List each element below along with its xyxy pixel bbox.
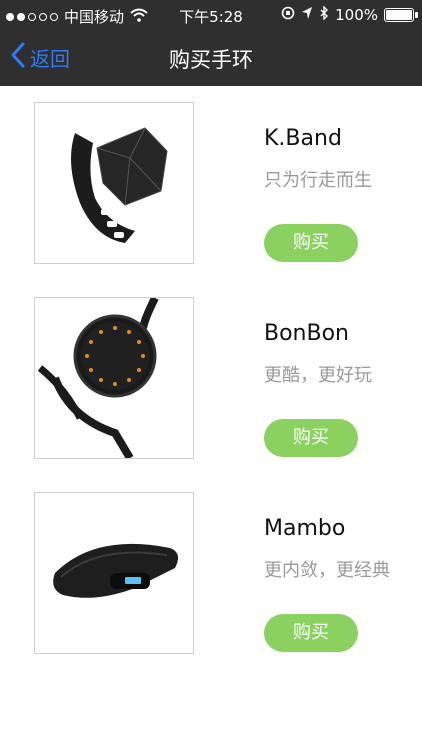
product-tagline: 只为行走而生 (264, 170, 372, 191)
product-tagline: 更酷，更好玩 (264, 365, 372, 386)
battery-icon (384, 8, 418, 22)
product-item-mambo: Mambo 更内敛，更经典 购买 (0, 476, 422, 671)
product-name: Mambo (264, 516, 346, 541)
product-image-kband[interactable] (34, 102, 194, 264)
location-icon (301, 6, 313, 24)
buy-button[interactable]: 购买 (264, 224, 358, 262)
status-bar: 中国移动 下午5:28 100% (0, 0, 422, 30)
buy-button[interactable]: 购买 (264, 419, 358, 457)
product-tagline: 更内敛，更经典 (264, 560, 390, 581)
product-item-kband: K.Band 只为行走而生 购买 (0, 86, 422, 281)
page-title: 购买手环 (169, 48, 253, 72)
product-image-mambo[interactable] (34, 492, 194, 654)
battery-percent: 100% (335, 6, 378, 24)
product-name: BonBon (264, 321, 349, 346)
product-image-bonbon[interactable] (34, 297, 194, 459)
navigation-bar: 返回 购买手环 (0, 30, 422, 86)
rotation-lock-icon (281, 6, 295, 24)
bluetooth-icon (319, 5, 329, 24)
product-item-bonbon: BonBon 更酷，更好玩 购买 (0, 281, 422, 476)
product-name: K.Band (264, 126, 342, 151)
status-right-icons: 100% (281, 5, 418, 24)
top-bar: 中国移动 下午5:28 100% 返回 购买手环 (0, 0, 422, 86)
buy-button[interactable]: 购买 (264, 614, 358, 652)
